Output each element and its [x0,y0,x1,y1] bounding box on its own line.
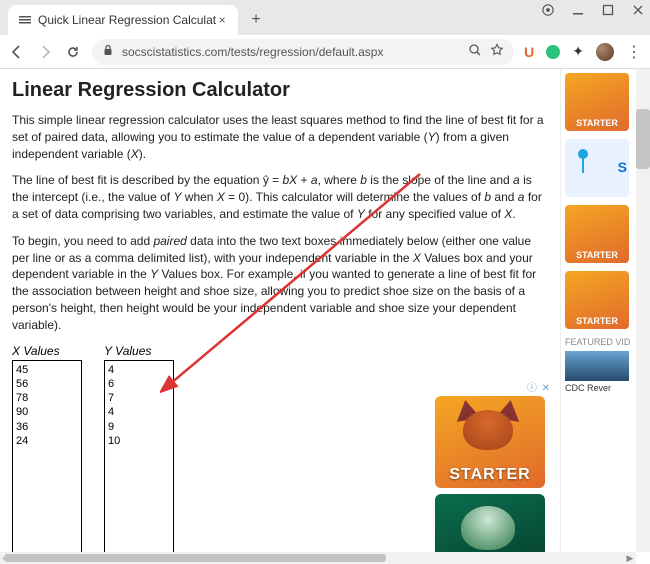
nav-back-icon[interactable] [8,43,26,61]
intro-paragraph-1: This simple linear regression calculator… [12,112,548,162]
tab-close-icon[interactable]: × [216,14,228,26]
fox-mascot-icon [453,402,523,457]
account-indicator-icon[interactable] [542,4,554,16]
new-tab-button[interactable]: + [244,8,268,32]
address-bar[interactable]: socscistatistics.com/tests/regression/de… [92,39,514,65]
ad-starter[interactable]: STARTER [435,396,545,488]
profile-avatar[interactable] [596,43,614,61]
x-values-input[interactable] [12,360,82,552]
intro-paragraph-2: The line of best fit is described by the… [12,172,548,222]
x-values-label: X Values [12,344,82,358]
rail-ad-starter-2[interactable] [565,205,629,263]
extension-u-icon[interactable]: U [524,44,534,60]
tiger-mascot-icon [453,500,523,552]
featured-video-thumb[interactable] [565,351,629,381]
window-minimize-icon[interactable] [572,4,584,16]
vertical-scrollbar-thumb[interactable] [636,109,650,169]
window-maximize-icon[interactable] [602,4,614,16]
rail-ad-blue[interactable] [565,139,629,197]
featured-video-title: CDC Rever [565,383,631,393]
extensions-menu-icon[interactable]: ✦ [572,43,584,60]
y-values-input[interactable] [104,360,174,552]
horizontal-scrollbar[interactable]: ◀ ▶ [0,552,636,564]
bookmark-star-icon[interactable] [490,43,504,60]
tab-title: Quick Linear Regression Calculat [38,13,216,27]
nav-reload-icon[interactable] [64,43,82,61]
ad-creator[interactable]: CREATOR CONTENT [435,494,545,552]
address-bar-url: socscistatistics.com/tests/regression/de… [122,45,460,59]
stickman-icon [573,149,593,185]
zoom-icon[interactable] [468,43,482,60]
right-rail: FEATURED VID CDC Rever [560,69,635,552]
browser-toolbar: socscistatistics.com/tests/regression/de… [0,35,650,69]
extension-icons: U ✦ ⋮ [524,42,642,62]
lock-icon [102,44,114,59]
rail-ad-starter-3[interactable] [565,271,629,329]
window-close-icon[interactable] [632,4,644,16]
page-content: Linear Regression Calculator This simple… [0,69,560,552]
y-values-label: Y Values [104,344,174,358]
nav-forward-icon[interactable] [36,43,54,61]
browser-titlebar: Quick Linear Regression Calculat × + [0,0,650,35]
horizontal-scrollbar-thumb[interactable] [4,554,386,562]
ad-info[interactable]: ⓘ ✕ [435,379,550,394]
hscroll-right-icon[interactable]: ▶ [624,553,636,564]
rail-ad-starter-1[interactable] [565,73,629,131]
ad-block: ⓘ ✕ STARTER CREATOR CONTENT [435,379,550,552]
page-title: Linear Regression Calculator [12,79,548,102]
vertical-scrollbar[interactable] [636,69,650,552]
y-values-column: Y Values [104,344,174,552]
tab-favicon [18,13,32,27]
extension-green-icon[interactable] [546,45,560,59]
featured-video-heading: FEATURED VID [565,337,631,347]
intro-paragraph-3: To begin, you need to add paired data in… [12,233,548,334]
browser-menu-icon[interactable]: ⋮ [626,42,642,62]
x-values-column: X Values [12,344,82,552]
browser-tab-active[interactable]: Quick Linear Regression Calculat × [8,5,238,35]
